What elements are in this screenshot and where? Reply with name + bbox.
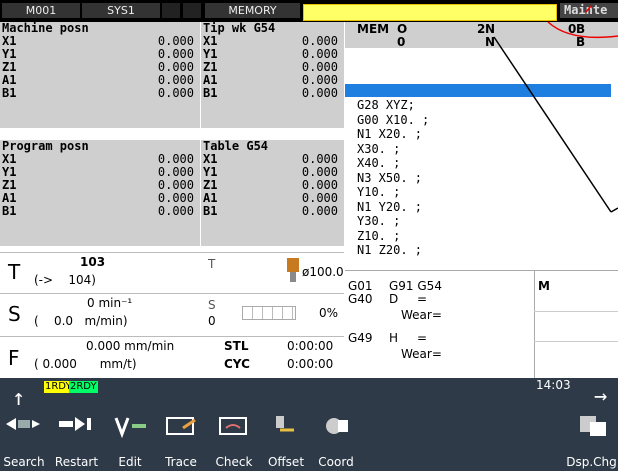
offset-icon[interactable]	[266, 414, 306, 444]
restart-icon[interactable]	[57, 414, 97, 444]
restart-softkey[interactable]: Restart	[48, 453, 105, 471]
trace-icon[interactable]	[161, 414, 201, 444]
dsp-chg-softkey[interactable]: Dsp.Chg	[565, 453, 618, 471]
check-icon[interactable]	[214, 414, 254, 444]
coord-icon[interactable]	[316, 414, 356, 444]
ready-badge-2: 2RDY	[69, 381, 98, 393]
check-softkey[interactable]: Check	[207, 453, 261, 471]
coord-softkey[interactable]: Coord	[311, 453, 361, 471]
search-icon[interactable]	[4, 414, 44, 444]
trace-softkey[interactable]: Trace	[155, 453, 207, 471]
offset-softkey[interactable]: Offset	[261, 453, 311, 471]
dsp-chg-icon[interactable]	[572, 414, 612, 444]
up-arrow-icon[interactable]: ↑	[12, 386, 25, 411]
edit-softkey[interactable]: Edit	[105, 453, 155, 471]
right-arrow-icon[interactable]: →	[594, 384, 607, 409]
clock: 14:03	[536, 378, 571, 392]
edit-icon[interactable]	[110, 414, 150, 444]
search-softkey[interactable]: Search	[0, 453, 48, 471]
